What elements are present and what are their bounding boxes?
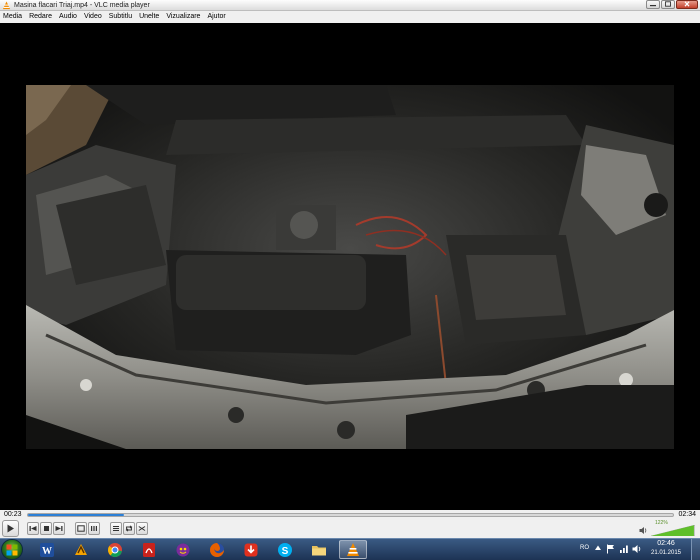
minimize-button[interactable]	[646, 0, 660, 9]
playlist-icon	[113, 526, 119, 531]
play-button[interactable]	[2, 520, 19, 537]
taskbar-winamp[interactable]	[67, 540, 95, 559]
taskbar: W S RO 02:46 21.01.2015	[0, 538, 700, 560]
menu-bar: Media Redare Audio Video Subtitlu Unelte…	[0, 11, 700, 23]
messenger-icon	[176, 543, 190, 556]
minimize-icon	[650, 5, 656, 7]
pdf-icon	[143, 542, 155, 557]
restore-icon	[665, 1, 671, 7]
menu-media[interactable]: Media	[3, 11, 22, 23]
previous-icon	[29, 526, 37, 531]
seek-progress	[28, 514, 125, 516]
volume-tray-icon[interactable]	[632, 544, 642, 554]
word-icon: W	[40, 542, 54, 557]
svg-text:W: W	[42, 546, 52, 557]
firefox-icon	[210, 542, 224, 557]
video-area[interactable]	[0, 23, 700, 510]
close-icon	[684, 1, 690, 7]
equalizer-icon	[91, 526, 97, 531]
windows-logo-icon	[6, 544, 18, 556]
taskbar-firefox[interactable]	[203, 540, 231, 559]
svg-text:S: S	[282, 545, 289, 556]
taskbar-vlc[interactable]	[339, 540, 367, 559]
taskbar-word[interactable]: W	[33, 540, 61, 559]
play-icon	[7, 524, 14, 533]
taskbar-explorer[interactable]	[305, 540, 333, 559]
previous-button[interactable]	[27, 522, 39, 535]
taskbar-downloader[interactable]	[237, 540, 265, 559]
playlist-button[interactable]	[110, 522, 122, 535]
clock-time[interactable]: 02:46	[646, 540, 686, 547]
fullscreen-button[interactable]	[75, 522, 87, 535]
language-indicator[interactable]: RO	[580, 545, 589, 551]
maximize-button[interactable]	[661, 0, 675, 9]
tray-up-arrow-icon[interactable]	[594, 544, 602, 552]
seek-slider[interactable]	[27, 513, 674, 517]
volume-control[interactable]: 122%	[637, 520, 697, 537]
total-time[interactable]: 02:34	[678, 510, 696, 519]
skype-icon: S	[278, 542, 292, 557]
start-button[interactable]	[1, 539, 23, 560]
menu-subtitlu[interactable]: Subtitlu	[109, 11, 132, 23]
menu-vizualizare[interactable]: Vizualizare	[166, 11, 200, 23]
vlc-cone-icon	[2, 1, 11, 10]
next-button[interactable]	[53, 522, 65, 535]
taskbar-skype[interactable]: S	[271, 540, 299, 559]
clock-date[interactable]: 21.01.2015	[646, 550, 686, 556]
folder-icon	[312, 545, 326, 555]
menu-redare[interactable]: Redare	[29, 11, 52, 23]
seek-row: 00:23 02:34	[0, 510, 700, 519]
vlc-icon	[347, 542, 359, 556]
fullscreen-icon	[77, 525, 85, 532]
controls-bar: 122%	[0, 519, 700, 538]
title-bar[interactable]: Masina flacari Triaj.mp4 - VLC media pla…	[0, 0, 700, 11]
loop-icon	[125, 525, 133, 532]
elapsed-time: 00:23	[4, 511, 22, 518]
taskbar-messenger[interactable]	[169, 540, 197, 559]
menu-video[interactable]: Video	[84, 11, 102, 23]
winamp-icon	[75, 543, 87, 555]
vlc-window: Masina flacari Triaj.mp4 - VLC media pla…	[0, 0, 700, 538]
menu-ajutor[interactable]: Ajutor	[207, 11, 225, 23]
video-frame[interactable]	[26, 85, 674, 449]
extended-settings-button[interactable]	[88, 522, 100, 535]
loop-button[interactable]	[123, 522, 135, 535]
stop-button[interactable]	[40, 522, 52, 535]
stop-icon	[43, 526, 49, 531]
close-button[interactable]	[676, 0, 698, 9]
flag-icon[interactable]	[606, 544, 615, 554]
system-tray: RO 02:46 21.01.2015	[576, 539, 700, 560]
show-desktop-button[interactable]	[691, 539, 700, 560]
chrome-icon	[108, 542, 122, 557]
speaker-icon[interactable]	[639, 526, 648, 535]
network-icon[interactable]	[619, 544, 629, 554]
menu-unelte[interactable]: Unelte	[139, 11, 159, 23]
download-icon	[244, 543, 258, 556]
menu-audio[interactable]: Audio	[59, 11, 77, 23]
shuffle-icon	[138, 526, 146, 531]
volume-slider[interactable]	[651, 525, 695, 536]
taskbar-chrome[interactable]	[101, 540, 129, 559]
shuffle-button[interactable]	[136, 522, 148, 535]
taskbar-pdf[interactable]	[135, 540, 163, 559]
next-icon	[55, 526, 63, 531]
burned-car-engine-image	[26, 85, 674, 449]
window-title: Masina flacari Triaj.mp4 - VLC media pla…	[14, 2, 150, 9]
